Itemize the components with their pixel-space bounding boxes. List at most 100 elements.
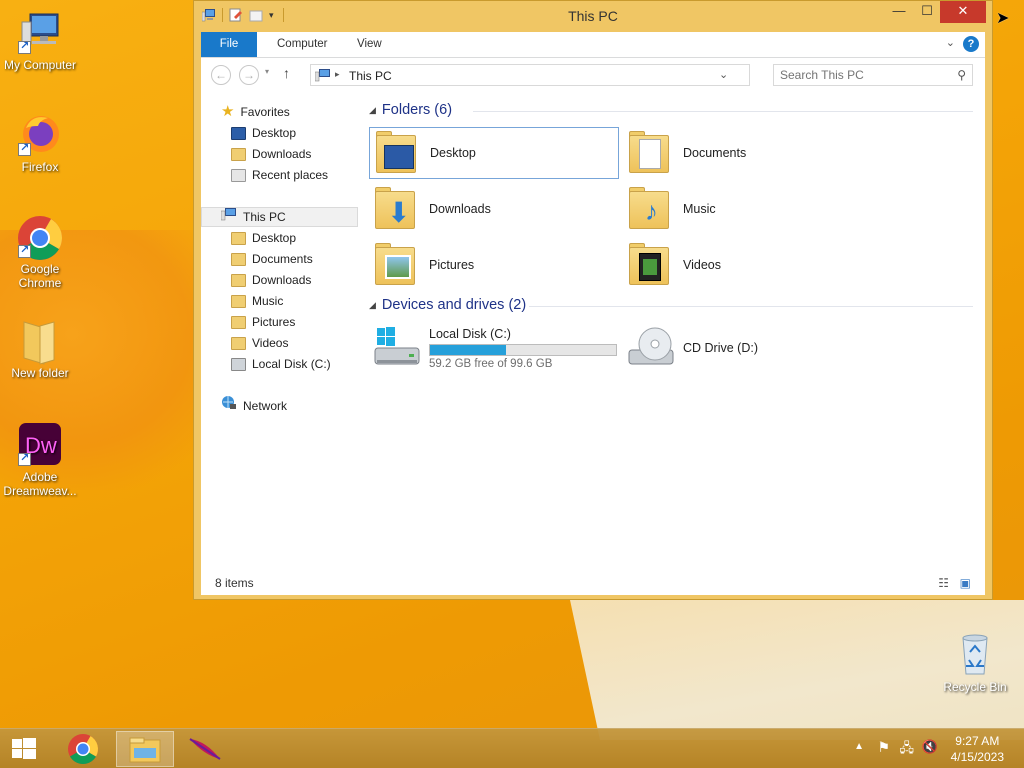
- chrome-icon: [68, 734, 99, 765]
- nav-label: Recent places: [252, 168, 329, 182]
- taskbar-chrome-button[interactable]: [54, 731, 112, 767]
- explorer-window[interactable]: ▾ This PC — ☐ ✕ File Computer View ⌄ ? ←…: [193, 0, 993, 600]
- network-status-icon[interactable]: 🖧: [900, 739, 915, 761]
- help-icon[interactable]: ?: [963, 36, 979, 52]
- up-button[interactable]: ↑: [283, 65, 290, 81]
- nav-favorites[interactable]: ★ Favorites: [221, 102, 290, 122]
- recent-locations-icon[interactable]: ▾: [265, 67, 269, 76]
- computer-icon: [18, 10, 62, 54]
- forward-button[interactable]: →: [239, 65, 259, 85]
- folder-label: Desktop: [430, 146, 476, 160]
- folder-icon: [231, 231, 246, 245]
- item-count: 8 items: [215, 576, 254, 590]
- taskbar-file-explorer-button[interactable]: [116, 731, 174, 767]
- nav-label: This PC: [243, 210, 286, 224]
- folder-tile-videos[interactable]: Videos: [623, 239, 873, 291]
- clock-date: 4/15/2023: [950, 750, 1004, 764]
- cd-drive-icon: [627, 324, 675, 372]
- nav-item-documents[interactable]: Documents: [231, 249, 313, 269]
- windows-logo-icon: [12, 738, 36, 759]
- nav-label: Pictures: [252, 315, 296, 329]
- large-icons-view-icon[interactable]: ▣: [960, 576, 971, 590]
- group-title: Devices and drives (2): [381, 297, 527, 313]
- nav-item-local-disk[interactable]: Local Disk (C:): [231, 354, 331, 374]
- folder-icon: [18, 318, 62, 365]
- nav-item-recent-places[interactable]: Recent places: [231, 165, 328, 185]
- group-title: Folders (6): [381, 102, 453, 118]
- collapse-icon[interactable]: ◢: [369, 105, 376, 116]
- nav-network[interactable]: Network: [221, 396, 287, 416]
- show-hidden-icons-icon[interactable]: ▲: [854, 741, 864, 752]
- shortcut-arrow-icon: [18, 451, 31, 466]
- desktop-icon-dreamweaver[interactable]: Dw Adobe Dreamweav...: [0, 422, 80, 498]
- folder-tile-music[interactable]: ♪ Music: [623, 183, 873, 235]
- folder-tile-pictures[interactable]: Pictures: [369, 239, 619, 291]
- minimize-button[interactable]: —: [884, 1, 914, 23]
- folder-tile-downloads[interactable]: ⬇ Downloads: [369, 183, 619, 235]
- desktop-folder-icon: [374, 129, 422, 177]
- drives-group-header[interactable]: ◢ Devices and drives (2): [369, 297, 526, 313]
- address-dropdown-icon[interactable]: ⌄: [719, 68, 728, 81]
- tab-computer[interactable]: Computer: [263, 32, 342, 57]
- folder-label: Music: [683, 202, 716, 216]
- back-button[interactable]: ←: [211, 65, 231, 85]
- start-button[interactable]: [0, 731, 48, 767]
- documents-folder-icon: [627, 129, 675, 177]
- nav-item-downloads[interactable]: Downloads: [231, 270, 311, 290]
- details-view-icon[interactable]: ☷: [938, 576, 949, 590]
- drive-usage-fill: [430, 344, 507, 355]
- drive-tile-cd-drive[interactable]: CD Drive (D:): [623, 320, 873, 376]
- breadcrumb-chevron-icon[interactable]: ▸: [335, 69, 340, 80]
- file-explorer-icon: [129, 737, 161, 763]
- volume-muted-icon[interactable]: 🔇: [922, 739, 938, 755]
- nav-this-pc[interactable]: This PC: [220, 207, 286, 227]
- title-bar[interactable]: ▾ This PC — ☐ ✕: [194, 1, 992, 31]
- recycle-bin-icon: [953, 632, 997, 676]
- nav-item-fav-desktop[interactable]: Desktop: [231, 123, 296, 143]
- collapse-icon[interactable]: ◢: [369, 300, 376, 311]
- taskbar-feather-app-button[interactable]: [176, 731, 234, 767]
- nav-item-pictures[interactable]: Pictures: [231, 312, 295, 332]
- recent-places-icon: [231, 168, 246, 182]
- desktop-icon-label: Firefox: [21, 160, 59, 174]
- nav-item-desktop[interactable]: Desktop: [231, 228, 296, 248]
- desktop-icon-google-chrome[interactable]: Google Chrome: [0, 214, 80, 290]
- folders-group-header[interactable]: ◢ Folders (6): [369, 102, 452, 118]
- drive-tile-local-disk[interactable]: Local Disk (C:) 59.2 GB free of 99.6 GB: [369, 320, 619, 376]
- desktop-icon-label: Google Chrome: [18, 262, 62, 290]
- ribbon-tabs: File Computer View ⌄ ?: [201, 32, 985, 58]
- folder-icon: [231, 336, 246, 350]
- search-icon[interactable]: ⚲: [957, 68, 966, 82]
- drive-icon: [231, 357, 246, 371]
- address-bar[interactable]: ▸ This PC ⌄ ↻: [310, 64, 854, 86]
- videos-folder-icon: [627, 241, 675, 289]
- tab-file[interactable]: File: [201, 32, 257, 57]
- dreamweaver-icon: Dw: [18, 422, 62, 466]
- tab-view[interactable]: View: [343, 32, 396, 57]
- drive-free-space: 59.2 GB free of 99.6 GB: [429, 357, 553, 370]
- desktop-icon-my-computer[interactable]: My Computer: [0, 10, 80, 72]
- search-box[interactable]: ⚲: [773, 64, 973, 86]
- action-center-flag-icon[interactable]: ⚑: [877, 739, 890, 756]
- address-path: This PC: [349, 69, 392, 83]
- desktop-icon-new-folder[interactable]: New folder: [0, 318, 80, 380]
- firefox-icon: [18, 112, 62, 156]
- search-input[interactable]: [780, 68, 940, 82]
- expand-ribbon-icon[interactable]: ⌄: [946, 36, 955, 49]
- folder-tile-desktop[interactable]: Desktop: [369, 127, 619, 179]
- desktop-icon-recycle-bin[interactable]: Recycle Bin: [935, 632, 1015, 694]
- folder-icon: [231, 294, 246, 308]
- nav-item-music[interactable]: Music: [231, 291, 283, 311]
- nav-item-fav-downloads[interactable]: Downloads: [231, 144, 311, 164]
- desktop-icon-firefox[interactable]: Firefox: [0, 112, 80, 174]
- navigation-pane: ★ Favorites Desktop Downloads Recent pla…: [201, 92, 361, 562]
- close-button[interactable]: ✕: [940, 1, 986, 23]
- nav-item-videos[interactable]: Videos: [231, 333, 288, 353]
- clock[interactable]: 9:27 AM 4/15/2023: [951, 733, 1004, 765]
- status-bar: 8 items ☷ ▣: [201, 573, 985, 595]
- nav-label: Favorites: [240, 105, 290, 119]
- folder-tile-documents[interactable]: Documents: [623, 127, 873, 179]
- content-pane: ◢ Folders (6) Desktop Documents ⬇ Downlo…: [369, 92, 979, 562]
- shortcut-arrow-icon: [18, 243, 31, 258]
- maximize-button[interactable]: ☐: [912, 1, 942, 23]
